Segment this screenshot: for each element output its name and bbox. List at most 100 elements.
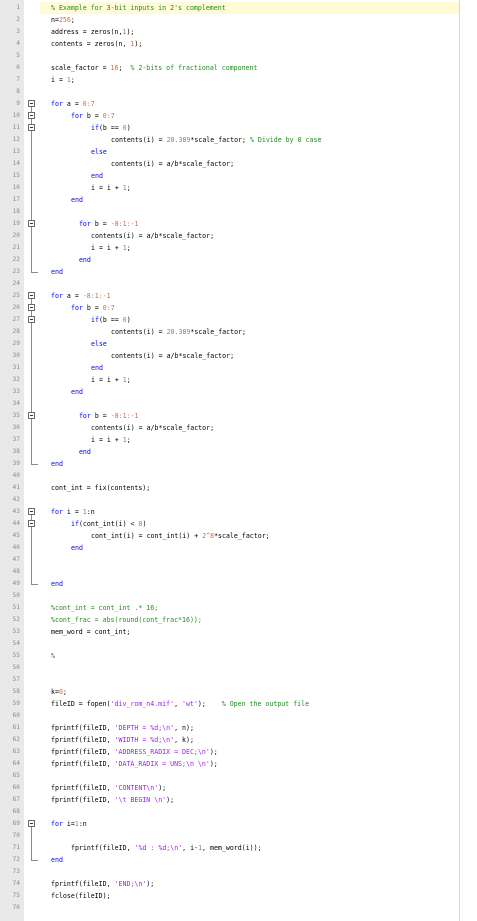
line-number: 18	[12, 208, 20, 215]
code-token: fprintf(fileID,	[51, 748, 115, 756]
code-line[interactable]: 47	[0, 554, 477, 566]
code-line[interactable]: 5	[0, 50, 477, 62]
code-line[interactable]: 4 contents = zeros(n, 1);	[0, 38, 477, 50]
code-line[interactable]: 46 end	[0, 542, 477, 554]
code-line[interactable]: 42	[0, 494, 477, 506]
code-line[interactable]: 55%	[0, 650, 477, 662]
code-line[interactable]: 68	[0, 806, 477, 818]
fold-toggle-icon[interactable]	[28, 412, 35, 419]
code-line[interactable]: 18	[0, 206, 477, 218]
code-line[interactable]: 15 end	[0, 170, 477, 182]
code-line[interactable]: 25 for a = -8:1:-1	[0, 290, 477, 302]
code-line[interactable]: 3 address = zeros(n,1);	[0, 26, 477, 38]
code-line[interactable]: 40	[0, 470, 477, 482]
line-number: 27	[12, 316, 20, 323]
code-line[interactable]: 13 else	[0, 146, 477, 158]
code-line[interactable]: 64 fprintf(fileID, 'DATA_RADIX = UNS;\n \…	[0, 758, 477, 770]
code-line[interactable]: 52 %cont_frac = abs(round(cont_frac*16));	[0, 614, 477, 626]
code-line[interactable]: 63 fprintf(fileID, 'ADDRESS_RADIX = DEC;\…	[0, 746, 477, 758]
code-line[interactable]: 41 cont_int = fix(contents);	[0, 482, 477, 494]
line-number: 19	[12, 220, 20, 227]
code-line[interactable]: 39 end	[0, 458, 477, 470]
code-line[interactable]: 71 fprintf(fileID, '%d : %d;\n', i-1, mem…	[0, 842, 477, 854]
code-line[interactable]: 19 for b = -8:1:-1	[0, 218, 477, 230]
number-token: -8:1:-1	[110, 220, 139, 228]
code-line[interactable]: 1 % Example for 3-bit inputs in 2's compl…	[0, 2, 477, 14]
code-line[interactable]: 14 contents(i) = a/b*scale_factor;	[0, 158, 477, 170]
code-line[interactable]: 59 fileID = fopen('div_rom_n4.mif', 'wt')…	[0, 698, 477, 710]
code-line[interactable]: 26 for b = 0:7	[0, 302, 477, 314]
fold-guide-line	[31, 362, 32, 374]
code-line[interactable]: 27 if(b == 0)	[0, 314, 477, 326]
code-line[interactable]: 35 for b = -8:1:-1	[0, 410, 477, 422]
code-line[interactable]: 43 for i = 1:n	[0, 506, 477, 518]
code-lines[interactable]: 1 % Example for 3-bit inputs in 2's compl…	[0, 2, 477, 914]
code-line[interactable]: 76	[0, 902, 477, 914]
code-line[interactable]: 69 for i=1:n	[0, 818, 477, 830]
code-editor[interactable]: 1 % Example for 3-bit inputs in 2's compl…	[0, 0, 477, 921]
code-line[interactable]: 70	[0, 830, 477, 842]
fold-guide-line	[31, 530, 32, 542]
code-line[interactable]: 24	[0, 278, 477, 290]
code-line[interactable]: 2 n=256;	[0, 14, 477, 26]
fold-toggle-icon[interactable]	[28, 112, 35, 119]
fold-toggle-icon[interactable]	[28, 100, 35, 107]
fold-toggle-icon[interactable]	[28, 292, 35, 299]
code-line[interactable]: 38 end	[0, 446, 477, 458]
code-line[interactable]: 51 %cont_int = cont_int .* 16;	[0, 602, 477, 614]
fold-toggle-icon[interactable]	[28, 820, 35, 827]
fold-toggle-icon[interactable]	[28, 124, 35, 131]
fold-toggle-icon[interactable]	[28, 316, 35, 323]
code-line[interactable]: 7 i = 1;	[0, 74, 477, 86]
code-line[interactable]: 37 i = i + 1;	[0, 434, 477, 446]
code-line[interactable]: 44 if(cont_int(i) < 0)	[0, 518, 477, 530]
code-line[interactable]: 31 end	[0, 362, 477, 374]
code-line[interactable]: 66 fprintf(fileID, 'CONTENT\n');	[0, 782, 477, 794]
code-line[interactable]: 30 contents(i) = a/b*scale_factor;	[0, 350, 477, 362]
code-line[interactable]: 74 fprintf(fileID, 'END;\n');	[0, 878, 477, 890]
code-line[interactable]: 29 else	[0, 338, 477, 350]
code-line[interactable]: 54	[0, 638, 477, 650]
code-line[interactable]: 32 i = i + 1;	[0, 374, 477, 386]
fold-toggle-icon[interactable]	[28, 220, 35, 227]
code-line[interactable]: 36 contents(i) = a/b*scale_factor;	[0, 422, 477, 434]
code-line[interactable]: 60	[0, 710, 477, 722]
code-line[interactable]: 48	[0, 566, 477, 578]
code-line[interactable]: 45 cont_int(i) = cont_int(i) + 2^8*scale_…	[0, 530, 477, 542]
code-line[interactable]: 22 end	[0, 254, 477, 266]
code-line[interactable]: 33 end	[0, 386, 477, 398]
code-line[interactable]: 9 for a = 0:7	[0, 98, 477, 110]
keyword-token: for	[51, 820, 63, 828]
code-line[interactable]: 20 contents(i) = a/b*scale_factor;	[0, 230, 477, 242]
code-line[interactable]: 50	[0, 590, 477, 602]
code-line[interactable]: 72 end	[0, 854, 477, 866]
code-line[interactable]: 34	[0, 398, 477, 410]
code-line[interactable]: 57	[0, 674, 477, 686]
code-line[interactable]: 49 end	[0, 578, 477, 590]
fold-toggle-icon[interactable]	[28, 520, 35, 527]
fold-toggle-icon[interactable]	[28, 304, 35, 311]
code-line[interactable]: 11 if(b == 0)	[0, 122, 477, 134]
code-line[interactable]: 21 i = i + 1;	[0, 242, 477, 254]
code-line[interactable]: 56	[0, 662, 477, 674]
fold-toggle-icon[interactable]	[28, 508, 35, 515]
code-text: for a = 0:7	[51, 98, 95, 110]
code-line[interactable]: 8	[0, 86, 477, 98]
code-line[interactable]: 73	[0, 866, 477, 878]
code-line[interactable]: 62 fprintf(fileID, 'WIDTH = %d;\n', k);	[0, 734, 477, 746]
code-line[interactable]: 23 end	[0, 266, 477, 278]
line-number: 52	[12, 616, 20, 623]
code-line[interactable]: 10 for b = 0:7	[0, 110, 477, 122]
code-line[interactable]: 16 i = i + 1;	[0, 182, 477, 194]
code-line[interactable]: 12 contents(i) = 28.389*scale_factor; % D…	[0, 134, 477, 146]
code-line[interactable]: 58 k=0;	[0, 686, 477, 698]
code-line[interactable]: 65	[0, 770, 477, 782]
code-line[interactable]: 17 end	[0, 194, 477, 206]
line-number: 38	[12, 448, 20, 455]
code-line[interactable]: 75 fclose(fileID);	[0, 890, 477, 902]
code-line[interactable]: 6 scale_factor = 16; % 2-bits of fraction…	[0, 62, 477, 74]
code-line[interactable]: 67 fprintf(fileID, '\t BEGIN \n');	[0, 794, 477, 806]
code-line[interactable]: 53 mem_word = cont_int;	[0, 626, 477, 638]
code-line[interactable]: 28 contents(i) = 28.389*scale_factor;	[0, 326, 477, 338]
code-line[interactable]: 61 fprintf(fileID, 'DEPTH = %d;\n', n);	[0, 722, 477, 734]
